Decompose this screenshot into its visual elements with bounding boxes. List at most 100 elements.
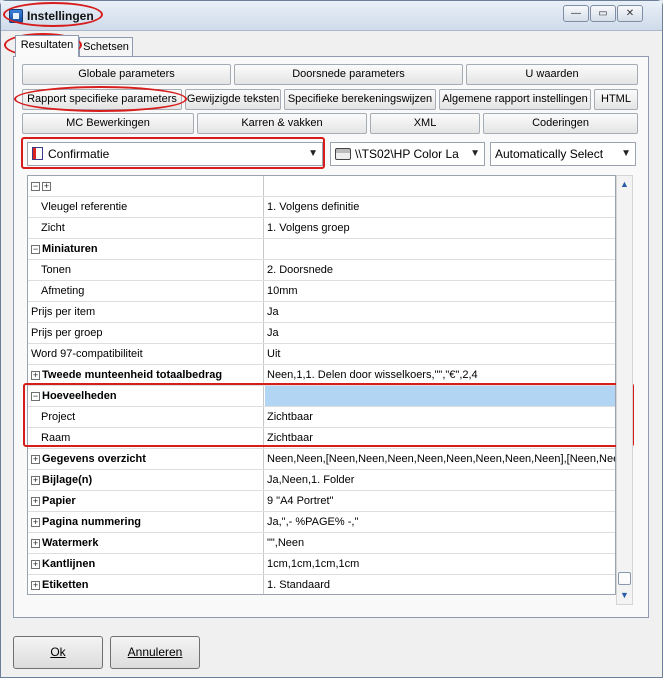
expand-icon[interactable]: + xyxy=(31,476,40,485)
rapport-specifieke-parameters-button[interactable]: Rapport specifieke parameters xyxy=(22,89,182,110)
tab-schetsen[interactable]: Schetsen xyxy=(79,37,133,57)
restore-button[interactable]: ▭ xyxy=(590,5,616,22)
scroll-up-icon[interactable]: ▲ xyxy=(620,179,629,189)
property-value[interactable]: 1. Volgens definitie xyxy=(265,197,615,217)
property-value[interactable]: Zichtbaar xyxy=(265,407,615,427)
chevron-down-icon: ▼ xyxy=(308,148,318,159)
property-value[interactable] xyxy=(265,239,615,259)
grid-row[interactable]: + Etiketten 1. Standaard xyxy=(28,575,615,594)
close-button[interactable]: ✕ xyxy=(617,5,643,22)
property-value[interactable]: Neen,Neen,[Neen,Neen,Neen,Neen,Neen,Neen… xyxy=(265,449,615,469)
u-waarden-button[interactable]: U waarden xyxy=(466,64,638,85)
expand-icon[interactable]: + xyxy=(31,455,40,464)
xml-button[interactable]: XML xyxy=(370,113,480,134)
property-grid: − + Vleugel referentie 1. Volgens definiti… xyxy=(27,175,616,595)
algemene-rapport-instellingen-button[interactable]: Algemene rapport instellingen xyxy=(439,89,591,110)
grid-row[interactable]: + Papier 9 "A4 Portret" xyxy=(28,491,615,512)
cancel-button[interactable]: Annuleren xyxy=(110,636,200,669)
grid-row[interactable]: + Tweede munteenheid totaalbedrag Neen,1,1… xyxy=(28,365,615,386)
karren-vakken-button[interactable]: Karren & vakken xyxy=(197,113,367,134)
property-label: Pagina nummering xyxy=(42,516,142,528)
property-label: Bijlage(n) xyxy=(42,474,93,486)
expand-collapse-all[interactable]: − + xyxy=(28,176,264,196)
html-button[interactable]: HTML xyxy=(594,89,638,110)
ok-button[interactable]: Ok xyxy=(13,636,103,669)
property-name: + Pagina nummering xyxy=(28,512,264,532)
grid-row[interactable]: − Miniaturen xyxy=(28,239,615,260)
minimize-button[interactable]: — xyxy=(563,5,589,22)
grid-row[interactable]: + Gegevens overzicht Neen,Neen,[Neen,Neen,… xyxy=(28,449,615,470)
grid-row[interactable]: Vleugel referentie 1. Volgens definitie xyxy=(28,197,615,218)
property-name: − Hoeveelheden xyxy=(28,386,264,406)
globale-parameters-button[interactable]: Globale parameters xyxy=(22,64,231,85)
grid-row[interactable]: − Hoeveelheden xyxy=(28,386,615,407)
property-label: Etiketten xyxy=(42,579,89,591)
doorsnede-parameters-button[interactable]: Doorsnede parameters xyxy=(234,64,463,85)
property-value[interactable]: Ja,",- %PAGE% -," xyxy=(265,512,615,532)
property-value[interactable]: Ja,Neen,1. Folder xyxy=(265,470,615,490)
gewijzigde-teksten-button[interactable]: Gewijzigde teksten xyxy=(185,89,281,110)
property-label: Afmeting xyxy=(41,285,85,297)
property-name: Project xyxy=(28,407,264,427)
header-value xyxy=(265,176,615,196)
property-value[interactable]: 9 "A4 Portret" xyxy=(265,491,615,511)
expand-icon[interactable]: + xyxy=(31,560,40,569)
expand-icon[interactable]: + xyxy=(31,539,40,548)
collapse-icon[interactable]: − xyxy=(31,392,40,401)
property-label: Gegevens overzicht xyxy=(42,453,146,465)
property-label: Kantlijnen xyxy=(42,558,96,570)
grid-row[interactable]: Afmeting 10mm xyxy=(28,281,615,302)
property-name: Raam xyxy=(28,428,264,448)
grid-row[interactable]: Tonen 2. Doorsnede xyxy=(28,260,615,281)
scroll-thumb[interactable] xyxy=(618,572,631,585)
expand-icon[interactable]: + xyxy=(31,518,40,527)
expand-all-icon[interactable]: + xyxy=(42,182,51,191)
property-name: + Etiketten xyxy=(28,575,264,594)
property-value[interactable]: 1. Volgens groep xyxy=(265,218,615,238)
expand-icon[interactable]: + xyxy=(31,371,40,380)
grid-scrollbar[interactable]: ▲ ▼ xyxy=(616,175,633,605)
scroll-down-icon[interactable]: ▼ xyxy=(620,590,629,600)
grid-row[interactable]: Prijs per groep Ja xyxy=(28,323,615,344)
grid-row[interactable]: Word 97-compatibiliteit Uit xyxy=(28,344,615,365)
property-value[interactable]: Uit xyxy=(265,344,615,364)
property-value[interactable]: Neen,1,1. Delen door wisselkoers,"","€",… xyxy=(265,365,615,385)
coderingen-button[interactable]: Coderingen xyxy=(483,113,638,134)
grid-row[interactable]: + Bijlage(n) Ja,Neen,1. Folder xyxy=(28,470,615,491)
printer-select[interactable]: \\TS02\HP Color La ▼ xyxy=(330,142,485,166)
property-value[interactable]: 1cm,1cm,1cm,1cm xyxy=(265,554,615,574)
collapse-all-icon[interactable]: − xyxy=(31,182,40,191)
property-name: Zicht xyxy=(28,218,264,238)
property-value[interactable]: 1. Standaard xyxy=(265,575,615,594)
expand-icon[interactable]: + xyxy=(31,497,40,506)
expand-icon[interactable]: + xyxy=(31,581,40,590)
property-value[interactable]: Ja xyxy=(265,323,615,343)
grid-row[interactable]: Raam Zichtbaar xyxy=(28,428,615,449)
property-value[interactable] xyxy=(265,386,615,406)
property-label: Watermerk xyxy=(42,537,99,549)
specifieke-berekeningswijzen-button[interactable]: Specifieke berekeningswijzen xyxy=(284,89,436,110)
grid-row[interactable]: Prijs per item Ja xyxy=(28,302,615,323)
grid-row[interactable]: + Kantlijnen 1cm,1cm,1cm,1cm xyxy=(28,554,615,575)
tray-select[interactable]: Automatically Select ▼ xyxy=(490,142,636,166)
property-value[interactable]: "",Neen xyxy=(265,533,615,553)
grid-row[interactable]: Project Zichtbaar xyxy=(28,407,615,428)
property-name: + Watermerk xyxy=(28,533,264,553)
mc-bewerkingen-button[interactable]: MC Bewerkingen xyxy=(22,113,194,134)
property-value[interactable]: 2. Doorsnede xyxy=(265,260,615,280)
report-select[interactable]: Confirmatie ▼ xyxy=(27,142,323,166)
property-name: Prijs per item xyxy=(28,302,264,322)
property-label: Tonen xyxy=(41,264,71,276)
tab-resultaten[interactable]: Resultaten xyxy=(15,35,79,57)
grid-row[interactable]: Zicht 1. Volgens groep xyxy=(28,218,615,239)
property-value[interactable]: 10mm xyxy=(265,281,615,301)
title-bar[interactable]: Instellingen — ▭ ✕ xyxy=(1,1,662,31)
grid-row[interactable]: + Pagina nummering Ja,",- %PAGE% -," xyxy=(28,512,615,533)
tray-select-value: Automatically Select xyxy=(495,147,604,161)
property-value[interactable]: Zichtbaar xyxy=(265,428,615,448)
grid-row[interactable]: + Watermerk "",Neen xyxy=(28,533,615,554)
property-label: Raam xyxy=(41,432,71,444)
property-label: Papier xyxy=(42,495,76,507)
property-value[interactable]: Ja xyxy=(265,302,615,322)
collapse-icon[interactable]: − xyxy=(31,245,40,254)
